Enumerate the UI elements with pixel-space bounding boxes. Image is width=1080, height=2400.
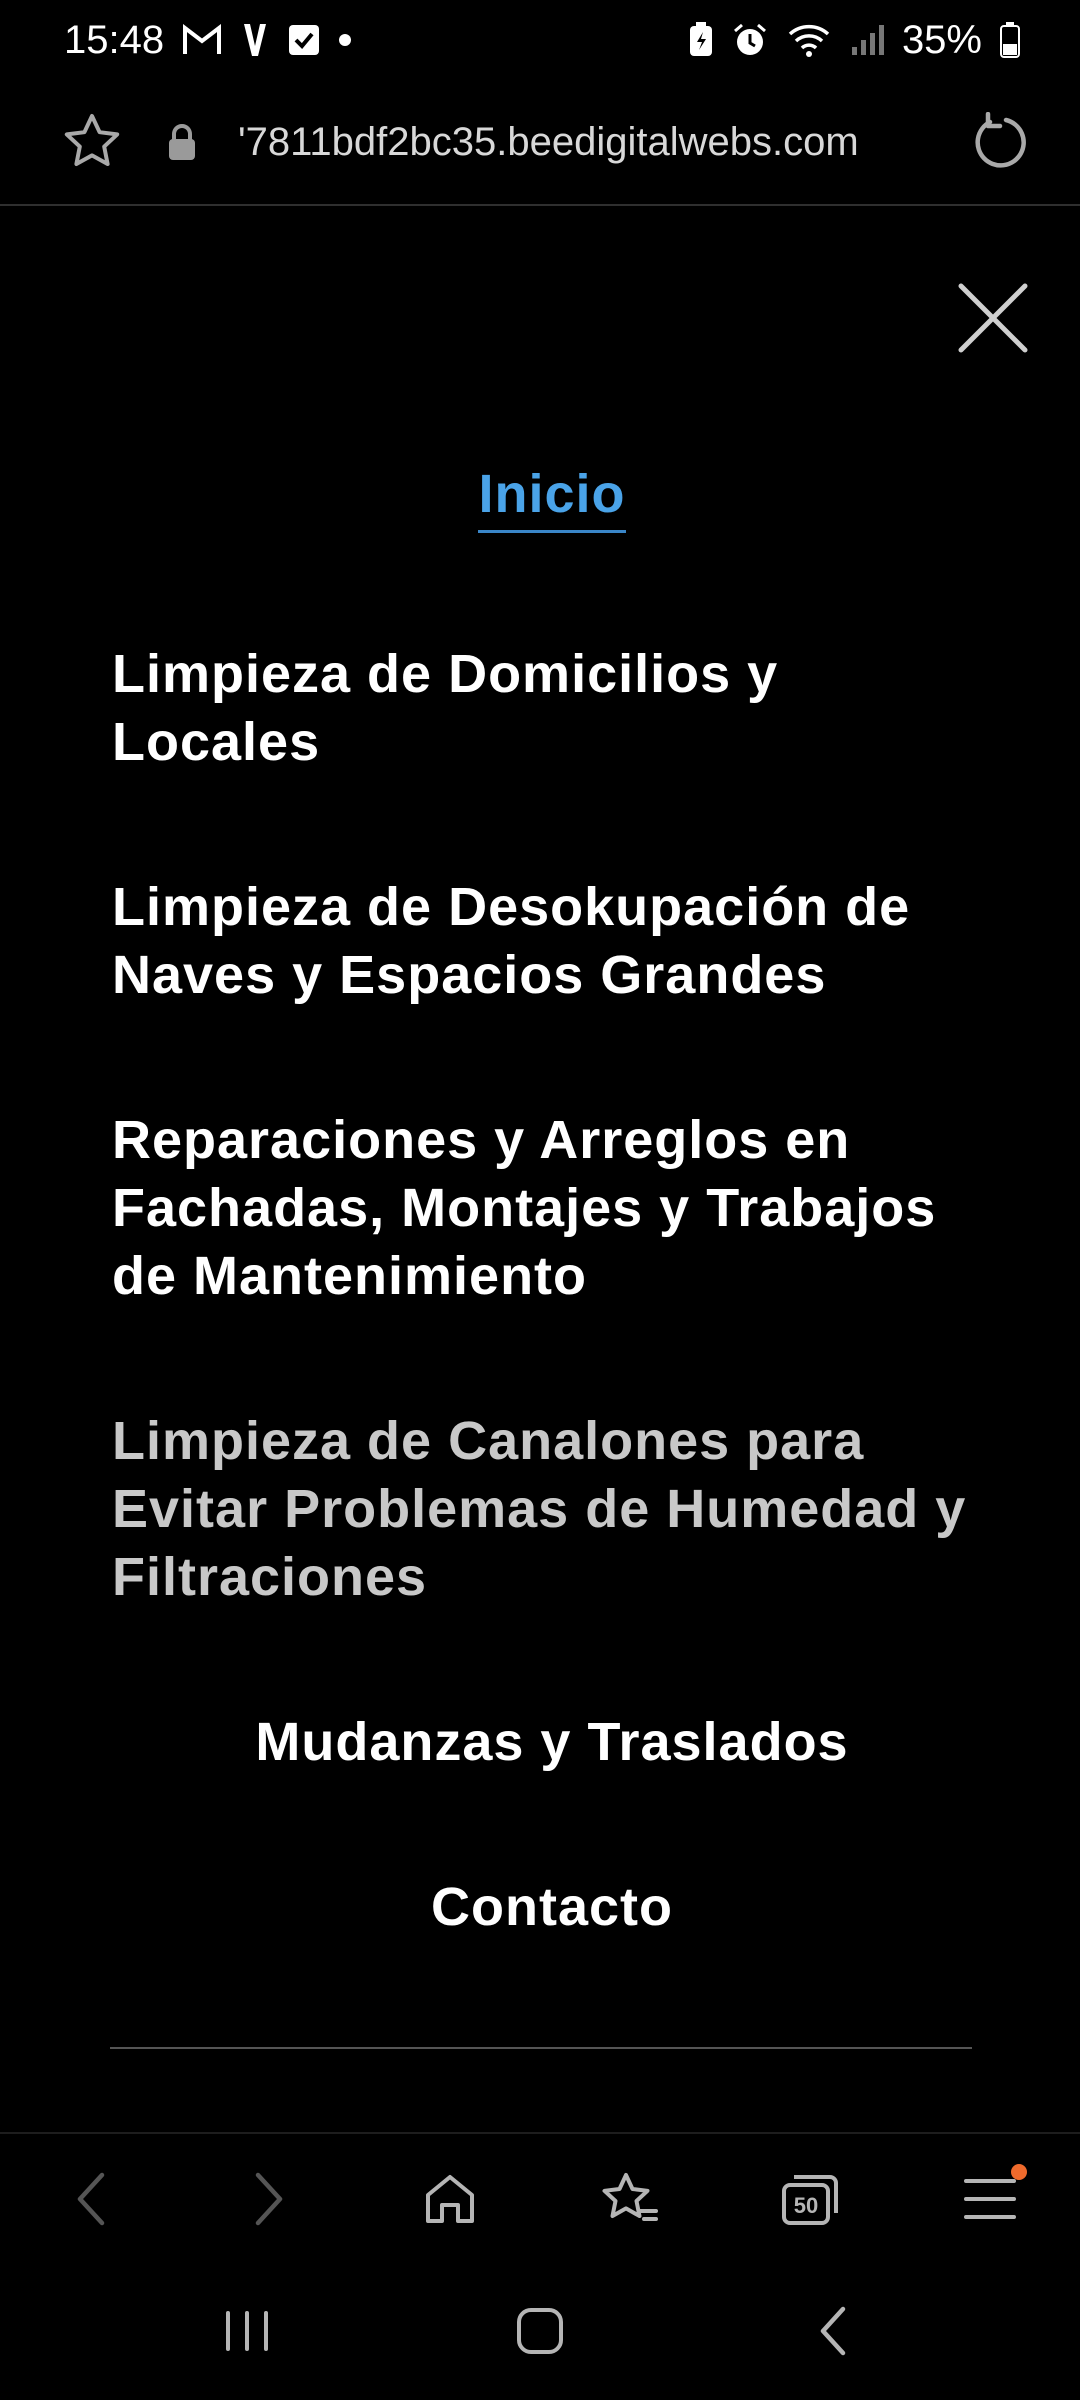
battery-percent: 35% [901,17,982,62]
home-nav-button[interactable] [495,2288,585,2378]
menu-item-limpieza-canalones[interactable]: Limpieza de Canalones para Evitar Proble… [112,1407,992,1611]
alarm-icon [732,22,768,58]
menu-item-limpieza-desokupacion[interactable]: Limpieza de Desokupación de Naves y Espa… [112,873,992,1009]
menu-button[interactable] [945,2156,1035,2246]
bookmark-star-icon [600,2169,660,2234]
battery-saver-icon [688,22,714,58]
star-icon[interactable] [60,110,124,174]
menu-divider [110,2047,972,2049]
recents-button[interactable] [202,2288,292,2378]
bookmarks-button[interactable] [585,2156,675,2246]
reload-icon[interactable] [970,111,1030,172]
menu-item-reparaciones[interactable]: Reparaciones y Arreglos en Fachadas, Mon… [112,1106,992,1310]
back-button[interactable] [45,2156,135,2246]
checkbox-icon [288,24,320,56]
chevron-right-icon [250,2169,290,2234]
home-square-icon [515,2306,565,2361]
back-nav-button[interactable] [788,2288,878,2378]
url-bar: '7811bdf2bc35.beedigitalwebs.com [0,80,1080,206]
notification-dot [1011,2164,1027,2180]
hamburger-icon [962,2175,1018,2228]
chevron-left-icon [70,2169,110,2234]
tabs-count: 50 [794,2193,818,2218]
signal-icon [850,23,884,57]
gmail-icon [182,24,222,56]
menu-item-limpieza-domicilios[interactable]: Limpieza de Domicilios y Locales [112,640,992,776]
browser-toolbar: 50 [0,2132,1080,2268]
screen: 15:48 35% '7811bdf2bc35.beedigitalwebs.c… [0,0,1080,2400]
url-text[interactable]: '7811bdf2bc35.beedigitalwebs.com [238,120,940,165]
system-nav-bar [0,2266,1080,2400]
home-icon [422,2171,478,2232]
menu-item-inicio[interactable]: Inicio [112,460,992,533]
app-v-icon [240,22,270,58]
wifi-icon [786,22,832,58]
dot-icon [338,33,352,47]
home-button[interactable] [405,2156,495,2246]
close-icon[interactable] [955,280,1031,356]
tabs-button[interactable]: 50 [765,2156,855,2246]
menu-item-contacto[interactable]: Contacto [112,1873,992,1941]
back-chevron-icon [815,2303,851,2364]
recents-icon [222,2309,272,2358]
status-time: 15:48 [64,17,165,62]
status-left: 15:48 [64,18,352,63]
tabs-icon: 50 [780,2169,840,2234]
status-right: 35% [688,18,1020,63]
menu-item-mudanzas[interactable]: Mudanzas y Traslados [112,1708,992,1776]
forward-button[interactable] [225,2156,315,2246]
battery-icon [1000,22,1020,58]
status-bar: 15:48 35% [0,0,1080,80]
lock-icon [166,122,198,162]
